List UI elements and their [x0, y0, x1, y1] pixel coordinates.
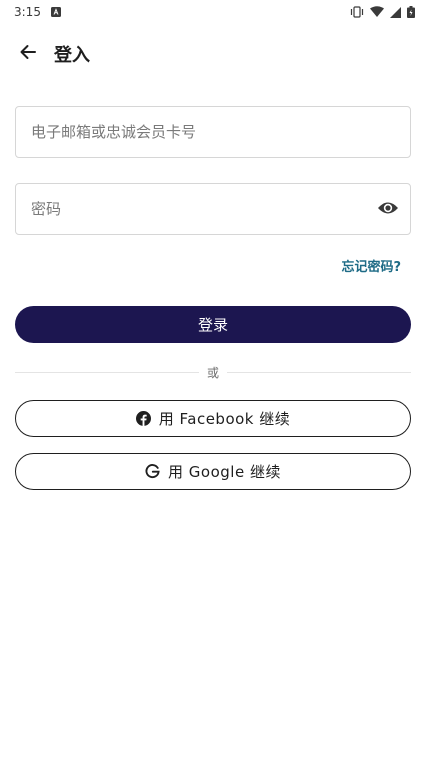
email-field[interactable]: [16, 107, 410, 157]
facebook-login-button[interactable]: 用 Facebook 继续: [15, 400, 411, 437]
signal-icon: [390, 6, 401, 18]
divider-line-right: [227, 371, 412, 373]
status-bar: 3:15: [0, 0, 427, 24]
app-header: 登入: [0, 34, 427, 74]
login-button-label: 登录: [197, 316, 228, 334]
page-title: 登入: [54, 45, 90, 66]
divider-text: 或: [207, 365, 220, 380]
status-time: 3:15: [14, 5, 41, 19]
password-field-container: [15, 183, 411, 235]
wifi-icon: [370, 6, 384, 18]
login-button[interactable]: 登录: [15, 306, 411, 343]
facebook-icon: [135, 411, 151, 426]
divider-line-left: [15, 371, 199, 373]
google-icon: [145, 464, 160, 479]
toggle-password-visibility-button[interactable]: [376, 198, 400, 222]
status-left: 3:15: [14, 5, 61, 19]
back-button[interactable]: [14, 40, 42, 68]
eye-icon: [377, 200, 399, 220]
vibrate-icon: [350, 6, 364, 18]
google-login-label: 用 Google 继续: [168, 463, 281, 481]
or-divider: 或: [15, 363, 412, 381]
status-right: [350, 6, 415, 18]
email-field-container: [15, 106, 411, 158]
arrow-left-icon: [19, 43, 37, 65]
notification-app-icon: [50, 7, 61, 17]
facebook-login-label: 用 Facebook 继续: [158, 410, 291, 428]
password-field[interactable]: [16, 184, 410, 234]
battery-icon: [407, 6, 415, 18]
google-login-button[interactable]: 用 Google 继续: [15, 453, 411, 490]
forgot-password-link[interactable]: 忘记密码?: [341, 256, 401, 275]
